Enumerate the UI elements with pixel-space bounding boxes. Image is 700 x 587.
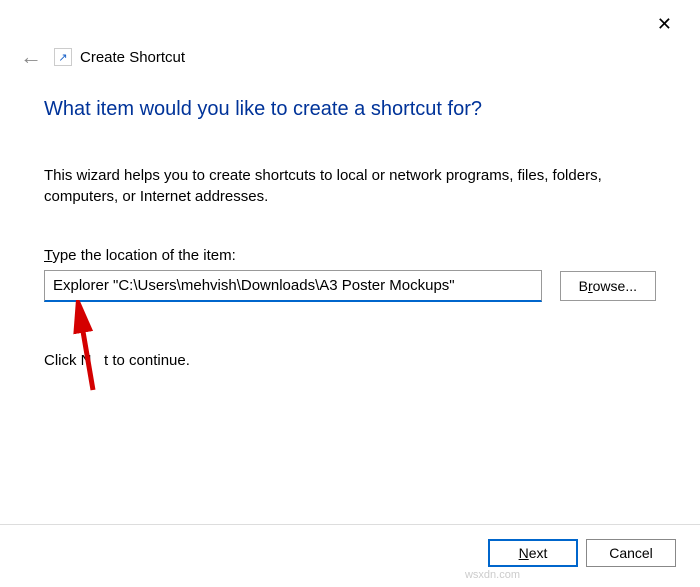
location-label: Type the location of the item: <box>44 247 656 264</box>
location-label-text: ype the location of the item: <box>52 247 235 264</box>
browse-button[interactable]: Browse... <box>560 271 656 301</box>
watermark-text: wsxdn.com <box>465 569 520 581</box>
location-row: Browse... <box>44 270 656 302</box>
location-input[interactable] <box>44 270 542 302</box>
footer-separator <box>0 524 700 525</box>
wizard-description: This wizard helps you to create shortcut… <box>44 165 656 207</box>
cancel-button[interactable]: Cancel <box>586 539 676 567</box>
wizard-title: Create Shortcut <box>80 49 185 66</box>
close-icon: ✕ <box>657 14 672 34</box>
shortcut-icon: ↗ <box>54 48 72 66</box>
close-button[interactable]: ✕ <box>649 10 680 39</box>
next-rest: ext <box>529 545 548 561</box>
page-heading: What item would you like to create a sho… <box>44 98 656 121</box>
continue-text-pre: Click N <box>44 352 92 369</box>
next-button[interactable]: Next <box>488 539 578 567</box>
back-arrow-icon: ← <box>20 44 42 70</box>
continue-text: Click N t to continue. <box>44 352 656 369</box>
next-accel: N <box>519 545 529 561</box>
continue-text-post: t to continue. <box>104 352 190 369</box>
wizard-header: ← ↗ Create Shortcut <box>0 0 700 70</box>
footer-buttons: Next Cancel <box>488 539 676 567</box>
continue-text-gap <box>92 352 105 369</box>
browse-label-post: owse... <box>593 278 637 294</box>
content-area: What item would you like to create a sho… <box>0 70 700 369</box>
annotation-arrow-icon <box>68 300 108 400</box>
browse-label-pre: B <box>579 278 588 294</box>
